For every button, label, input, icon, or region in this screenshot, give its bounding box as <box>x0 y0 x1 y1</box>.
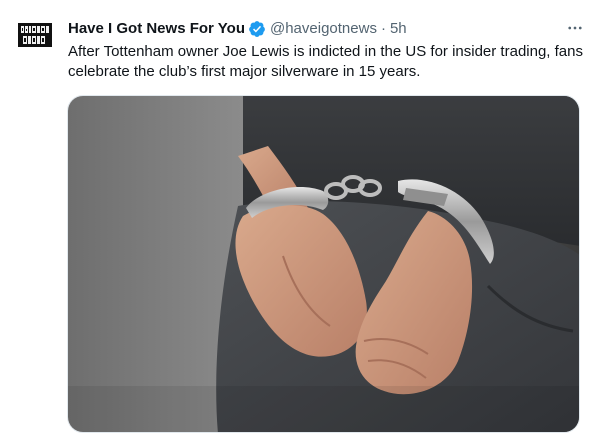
separator-dot: · <box>380 20 386 37</box>
tweet[interactable]: Have I Got News For You @haveigotnews · … <box>0 0 606 441</box>
author-name[interactable]: Have I Got News For You <box>68 19 245 39</box>
tweet-media-image[interactable] <box>67 95 580 433</box>
avatar[interactable] <box>14 14 56 56</box>
verified-badge-icon <box>248 20 266 38</box>
more-horizontal-icon[interactable] <box>564 18 586 38</box>
author-handle[interactable]: @haveigotnews <box>270 19 377 39</box>
handcuffed-hands-photo <box>68 96 579 432</box>
tweet-timestamp[interactable]: 5h <box>390 19 407 39</box>
tweet-text: After Tottenham owner Joe Lewis is indic… <box>68 43 583 80</box>
hignfy-logo <box>14 14 56 56</box>
tweet-header: Have I Got News For You @haveigotnews · … <box>68 19 562 39</box>
